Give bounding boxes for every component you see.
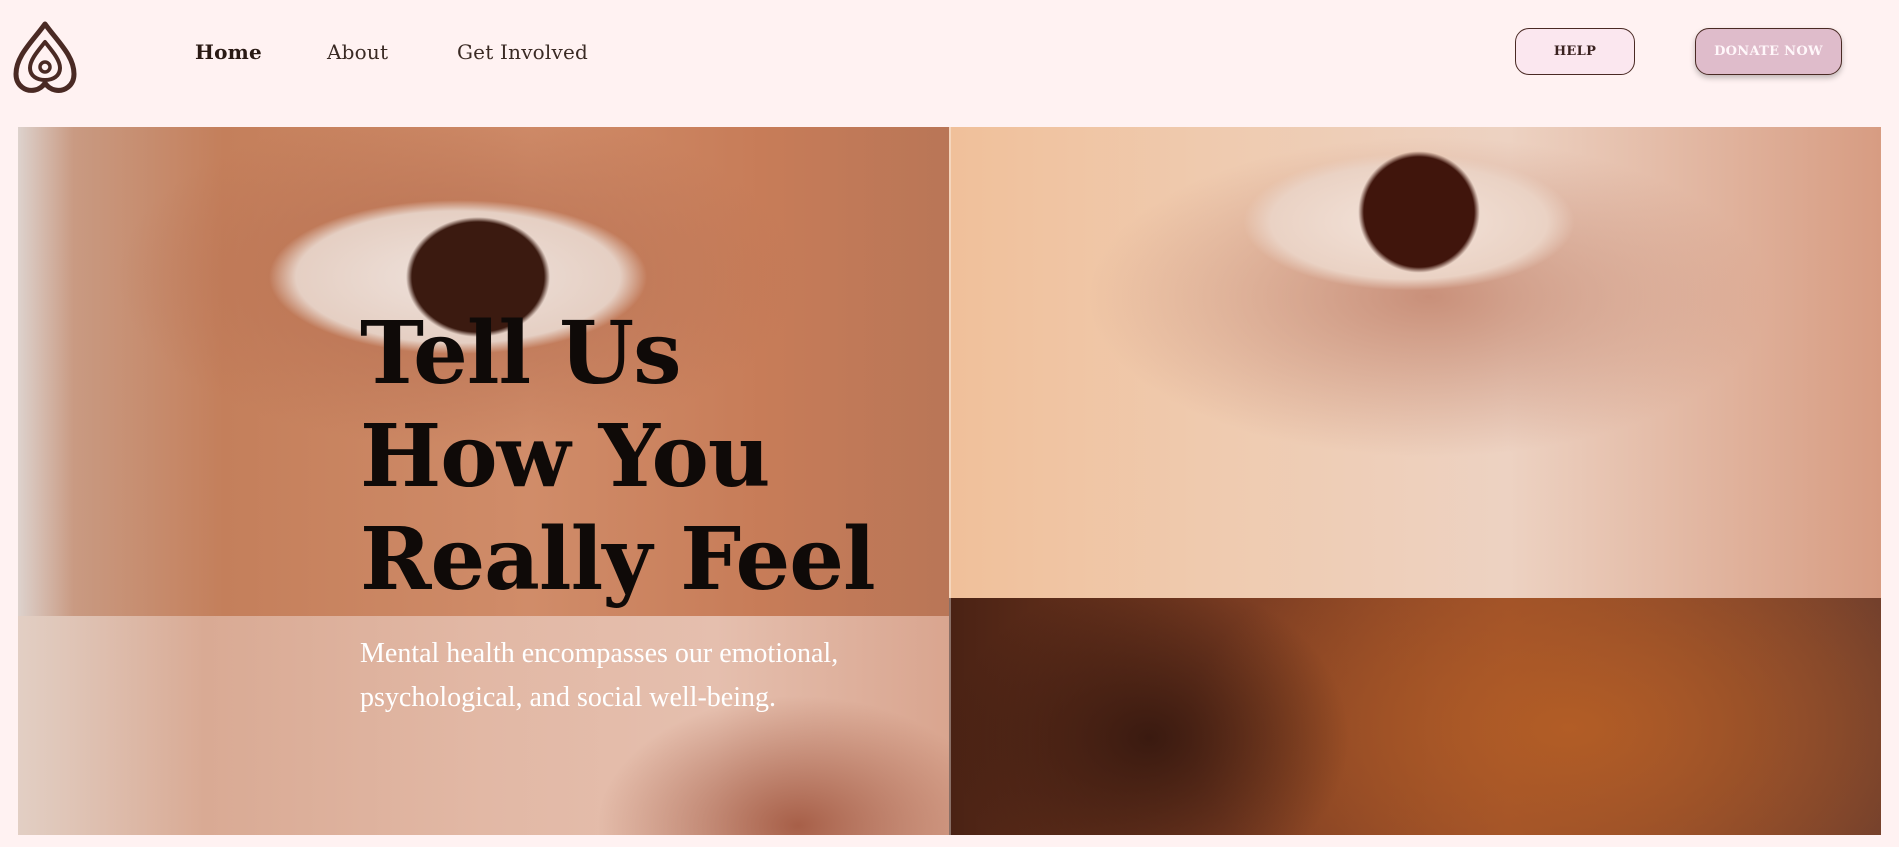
hero-subtitle: Mental health encompasses our emotional,…	[360, 638, 839, 713]
hero-image-eye-right	[949, 127, 1881, 598]
site-header: Home About Get Involved HELP DONATE NOW	[0, 0, 1899, 104]
image-divider	[949, 127, 951, 835]
help-button[interactable]: HELP	[1515, 28, 1635, 75]
hero-section: Tell Us How You Really Feel Mental healt…	[18, 127, 1881, 835]
nav-get-involved[interactable]: Get Involved	[457, 40, 588, 64]
heart-droplet-logo-icon[interactable]	[12, 20, 78, 94]
hero-title-line-3: Really Feel	[360, 509, 876, 610]
hero-image-cheek	[949, 598, 1881, 835]
hero-title: Tell Us How You Really Feel	[360, 302, 920, 611]
hero-title-line-2: How You	[360, 406, 770, 507]
hero-title-line-1: Tell Us	[360, 303, 682, 404]
donate-now-button[interactable]: DONATE NOW	[1695, 28, 1842, 75]
nav-home[interactable]: Home	[195, 40, 262, 64]
nav-about[interactable]: About	[327, 40, 388, 64]
